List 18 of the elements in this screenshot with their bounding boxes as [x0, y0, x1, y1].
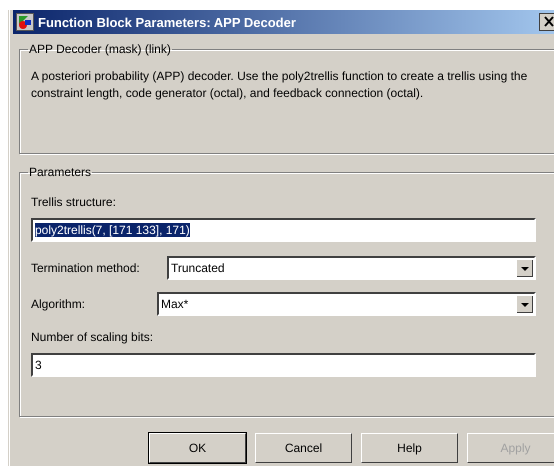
- window-title: Function Block Parameters: APP Decoder: [38, 14, 297, 30]
- field-label: Trellis structure:: [31, 195, 117, 209]
- dropdown[interactable]: Truncated: [167, 256, 536, 280]
- field-label: Number of scaling bits:: [31, 330, 154, 344]
- input-field[interactable]: poly2trellis(7, [171 133], 171): [31, 218, 536, 242]
- dialog-button[interactable]: OK: [149, 433, 246, 463]
- description-text: A posteriori probability (APP) decoder. Use the poly2trellis function to create a trellis using the constraint length, code generator (octal), and feedback connection (octal).: [31, 68, 528, 102]
- field-label: Termination method:: [31, 261, 141, 275]
- field-label: Algorithm:: [31, 297, 86, 311]
- block-diagram-icon: [16, 13, 34, 31]
- group-legend: Parameters: [28, 165, 92, 179]
- dialog-button[interactable]: Help: [361, 433, 458, 463]
- input-field[interactable]: 3: [31, 353, 536, 377]
- dropdown[interactable]: Max*: [157, 292, 536, 316]
- dropdown-arrow-icon[interactable]: [517, 296, 533, 312]
- dropdown-arrow-icon[interactable]: [517, 260, 533, 276]
- dialog-button[interactable]: Cancel: [255, 433, 352, 463]
- group-legend: APP Decoder (mask) (link): [28, 42, 172, 56]
